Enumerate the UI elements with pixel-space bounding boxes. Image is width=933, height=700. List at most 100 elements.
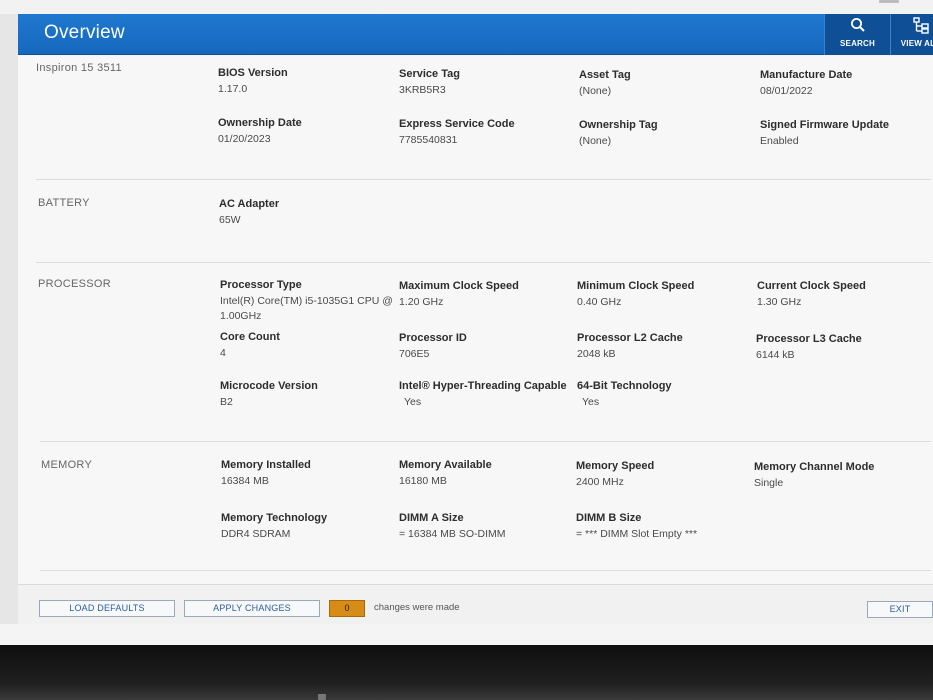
view-all-label: VIEW ALL — [900, 39, 933, 48]
search-label: SEARCH — [840, 39, 875, 48]
load-defaults-button[interactable]: LOAD DEFAULTS — [39, 600, 175, 617]
changes-status-text: changes were made — [374, 602, 460, 613]
field-key: Memory Installed — [221, 459, 311, 471]
field-key: Processor ID — [399, 332, 467, 344]
field-key: Minimum Clock Speed — [577, 280, 695, 292]
field-value: 1.17.0 — [218, 83, 248, 95]
overview-header: Overview SEARCH VIEW ALL — [18, 14, 933, 55]
field-value: 4 — [220, 347, 226, 359]
memory-section-label: MEMORY — [41, 459, 93, 471]
field-maximum-clock-speed: Maximum Clock Speed 1.20 GHz — [399, 279, 571, 310]
search-button[interactable]: SEARCH — [824, 14, 890, 55]
tree-view-icon — [912, 17, 929, 34]
field-key: 64-Bit Technology — [577, 380, 672, 392]
field-ownership-date: Ownership Date 01/20/2023 — [218, 116, 390, 147]
field-value: Enabled — [760, 135, 799, 147]
field-value: Yes — [404, 396, 422, 408]
field-key: Manufacture Date — [760, 69, 853, 81]
field-service-tag: Service Tag 3KRB5R3 — [399, 67, 571, 98]
field-dimm-b-size: DIMM B Size = *** DIMM Slot Empty *** — [576, 511, 748, 542]
field-key: Signed Firmware Update — [760, 119, 889, 131]
field-bios-version: BIOS Version 1.17.0 — [218, 66, 390, 97]
field-value: 08/01/2022 — [760, 85, 813, 97]
field-key: DIMM B Size — [576, 512, 642, 524]
field-memory-speed: Memory Speed 2400 MHz — [576, 459, 748, 490]
section-divider — [36, 262, 931, 263]
field-ownership-tag: Ownership Tag (None) — [579, 118, 751, 149]
field-value: Intel(R) Core(TM) i5-1035G1 CPU @ 1.00GH… — [220, 295, 393, 322]
field-core-count: Core Count 4 — [220, 330, 392, 361]
field-value: 6144 kB — [756, 349, 795, 361]
field-key: Memory Available — [399, 459, 492, 471]
field-minimum-clock-speed: Minimum Clock Speed 0.40 GHz — [577, 279, 749, 310]
field-dimm-a-size: DIMM A Size = 16384 MB SO-DIMM — [399, 511, 571, 542]
field-signed-firmware-update: Signed Firmware Update Enabled — [760, 118, 932, 149]
field-value: Yes — [582, 396, 600, 408]
field-memory-available: Memory Available 16180 MB — [399, 458, 571, 489]
field-key: Ownership Date — [218, 117, 302, 129]
field-value: Single — [754, 477, 784, 489]
field-express-service-code: Express Service Code 7785540831 — [399, 117, 571, 148]
field-key: BIOS Version — [218, 67, 288, 79]
field-value: 01/20/2023 — [218, 133, 271, 145]
system-model: Inspiron 15 3511 — [36, 62, 122, 74]
field-current-clock-speed: Current Clock Speed 1.30 GHz — [757, 279, 929, 310]
field-key: AC Adapter — [219, 198, 280, 210]
field-processor-l2-cache: Processor L2 Cache 2048 kB — [577, 331, 749, 362]
bios-screen: Overview SEARCH VIEW ALL Inspiron 15 351… — [0, 0, 933, 645]
field-key: Asset Tag — [579, 69, 631, 81]
field-key: Intel® Hyper-Threading Capable — [399, 380, 567, 392]
field-key: DIMM A Size — [399, 512, 464, 524]
field-value: B2 — [220, 396, 233, 408]
section-divider — [36, 179, 931, 180]
processor-section-label: PROCESSOR — [38, 278, 111, 290]
section-divider — [40, 570, 931, 571]
battery-section-label: BATTERY — [38, 197, 90, 209]
field-key: Core Count — [220, 331, 280, 343]
field-key: Express Service Code — [399, 118, 515, 130]
field-processor-id: Processor ID 706E5 — [399, 331, 571, 362]
field-value: 7785540831 — [399, 134, 458, 146]
changes-count-badge: 0 — [329, 600, 365, 617]
exit-button[interactable]: EXIT — [867, 601, 933, 618]
laptop-bezel — [0, 645, 933, 700]
field-memory-installed: Memory Installed 16384 MB — [221, 458, 393, 489]
field-processor-l3-cache: Processor L3 Cache 6144 kB — [756, 332, 928, 363]
field-key: Microcode Version — [220, 380, 318, 392]
left-edge — [0, 14, 18, 624]
page-title: Overview — [44, 22, 125, 43]
apply-changes-button[interactable]: APPLY CHANGES — [184, 600, 320, 617]
field-value: 0.40 GHz — [577, 296, 622, 308]
field-hyper-threading: Intel® Hyper-Threading Capable Yes — [399, 379, 571, 410]
field-key: Memory Channel Mode — [754, 461, 875, 473]
field-value: 16384 MB — [221, 475, 269, 487]
field-value: 16180 MB — [399, 475, 447, 487]
field-manufacture-date: Manufacture Date 08/01/2022 — [760, 68, 932, 99]
field-key: Ownership Tag — [579, 119, 658, 131]
field-key: Maximum Clock Speed — [399, 280, 519, 292]
field-key: Processor L3 Cache — [756, 333, 862, 345]
field-value: = 16384 MB SO-DIMM — [399, 528, 506, 540]
bezel-hinge — [318, 694, 326, 700]
field-key: Service Tag — [399, 68, 460, 80]
field-key: Memory Technology — [221, 512, 328, 524]
field-value: 2400 MHz — [576, 476, 624, 488]
field-value: 3KRB5R3 — [399, 84, 446, 96]
field-value: = *** DIMM Slot Empty *** — [576, 528, 698, 540]
field-key: Current Clock Speed — [757, 280, 866, 292]
overview-content: Inspiron 15 3511 BIOS Version 1.17.0 Ser… — [18, 56, 933, 584]
window-corner — [879, 0, 899, 3]
section-divider — [40, 441, 931, 442]
field-64-bit-technology: 64-Bit Technology Yes — [577, 379, 749, 410]
field-value: 1.20 GHz — [399, 296, 444, 308]
top-strip — [0, 0, 933, 14]
field-value: DDR4 SDRAM — [221, 528, 291, 540]
field-value: 1.30 GHz — [757, 296, 802, 308]
field-value: (None) — [579, 135, 612, 147]
field-key: Processor Type — [220, 279, 302, 291]
field-value: 706E5 — [399, 348, 430, 360]
field-memory-technology: Memory Technology DDR4 SDRAM — [221, 511, 393, 542]
view-all-button[interactable]: VIEW ALL — [890, 14, 933, 55]
field-ac-adapter: AC Adapter 65W — [219, 197, 391, 228]
field-value: 2048 kB — [577, 348, 616, 360]
